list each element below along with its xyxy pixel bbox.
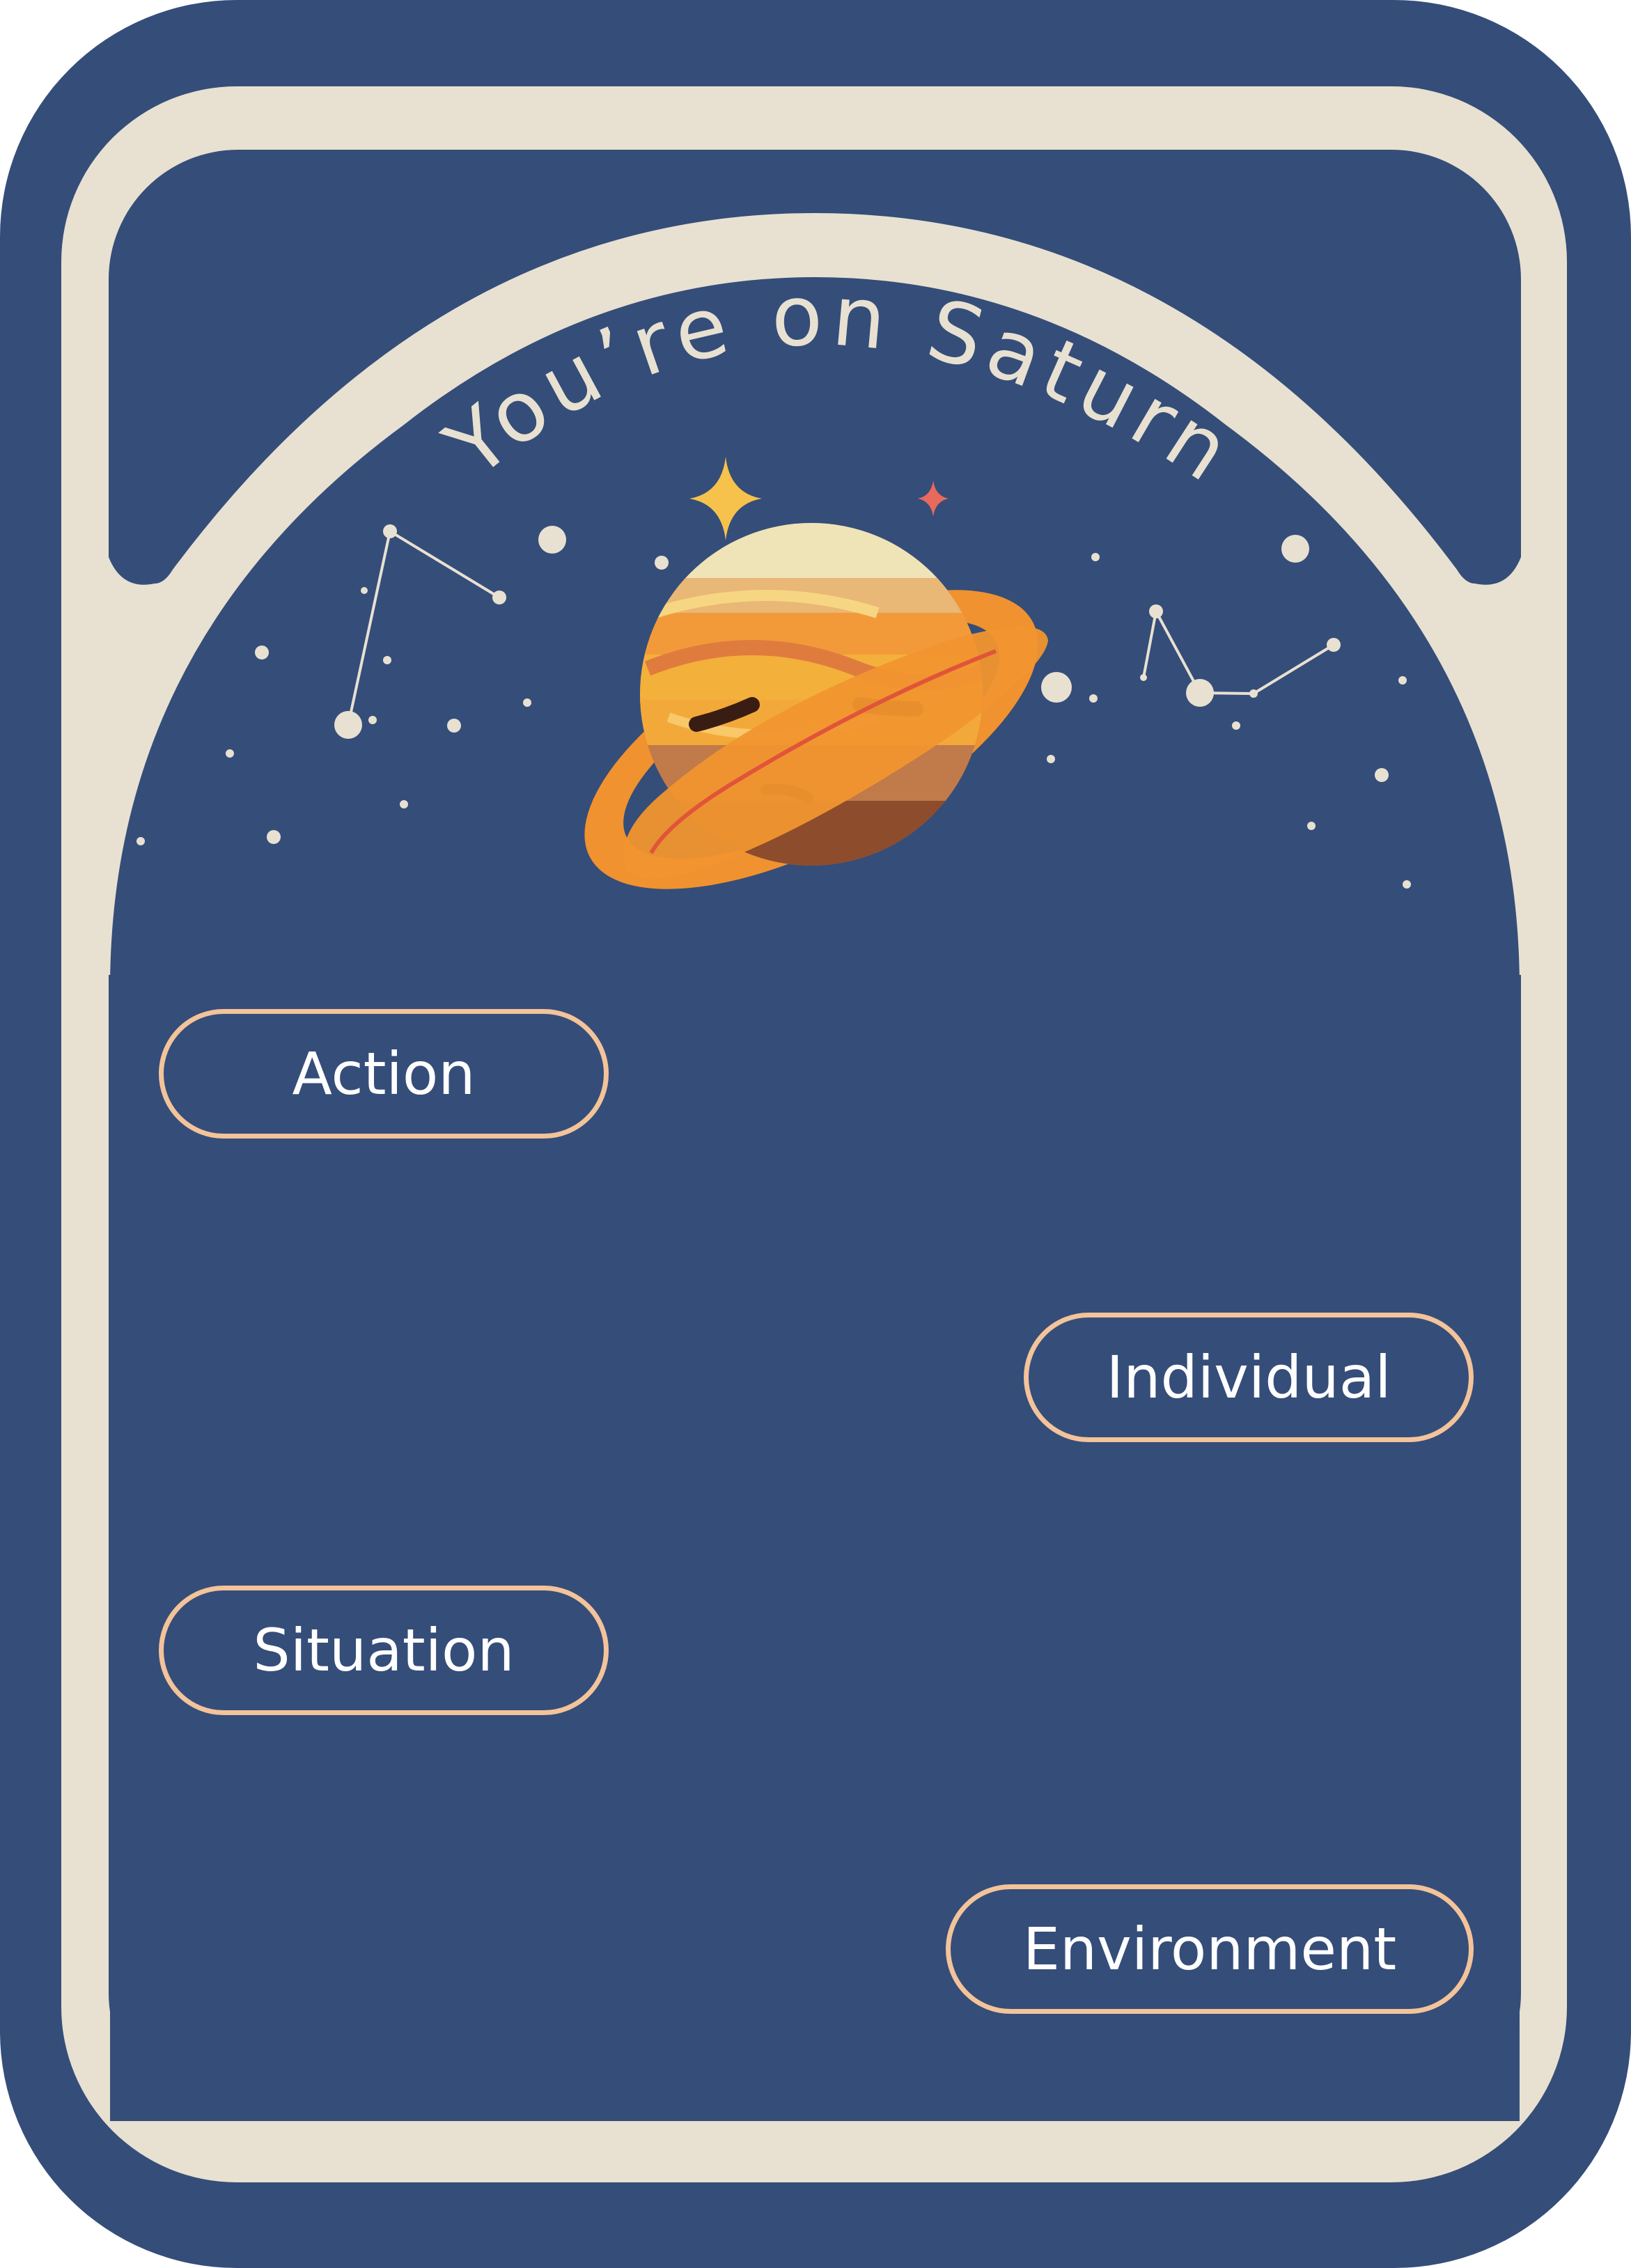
situation-button[interactable]: Situation: [159, 1586, 609, 1715]
saturn-card: You’re on Saturn Action Individual Situa…: [0, 0, 1631, 2268]
individual-button[interactable]: Individual: [1024, 1313, 1474, 1442]
environment-button[interactable]: Environment: [946, 1884, 1474, 2014]
action-button[interactable]: Action: [159, 1009, 609, 1139]
